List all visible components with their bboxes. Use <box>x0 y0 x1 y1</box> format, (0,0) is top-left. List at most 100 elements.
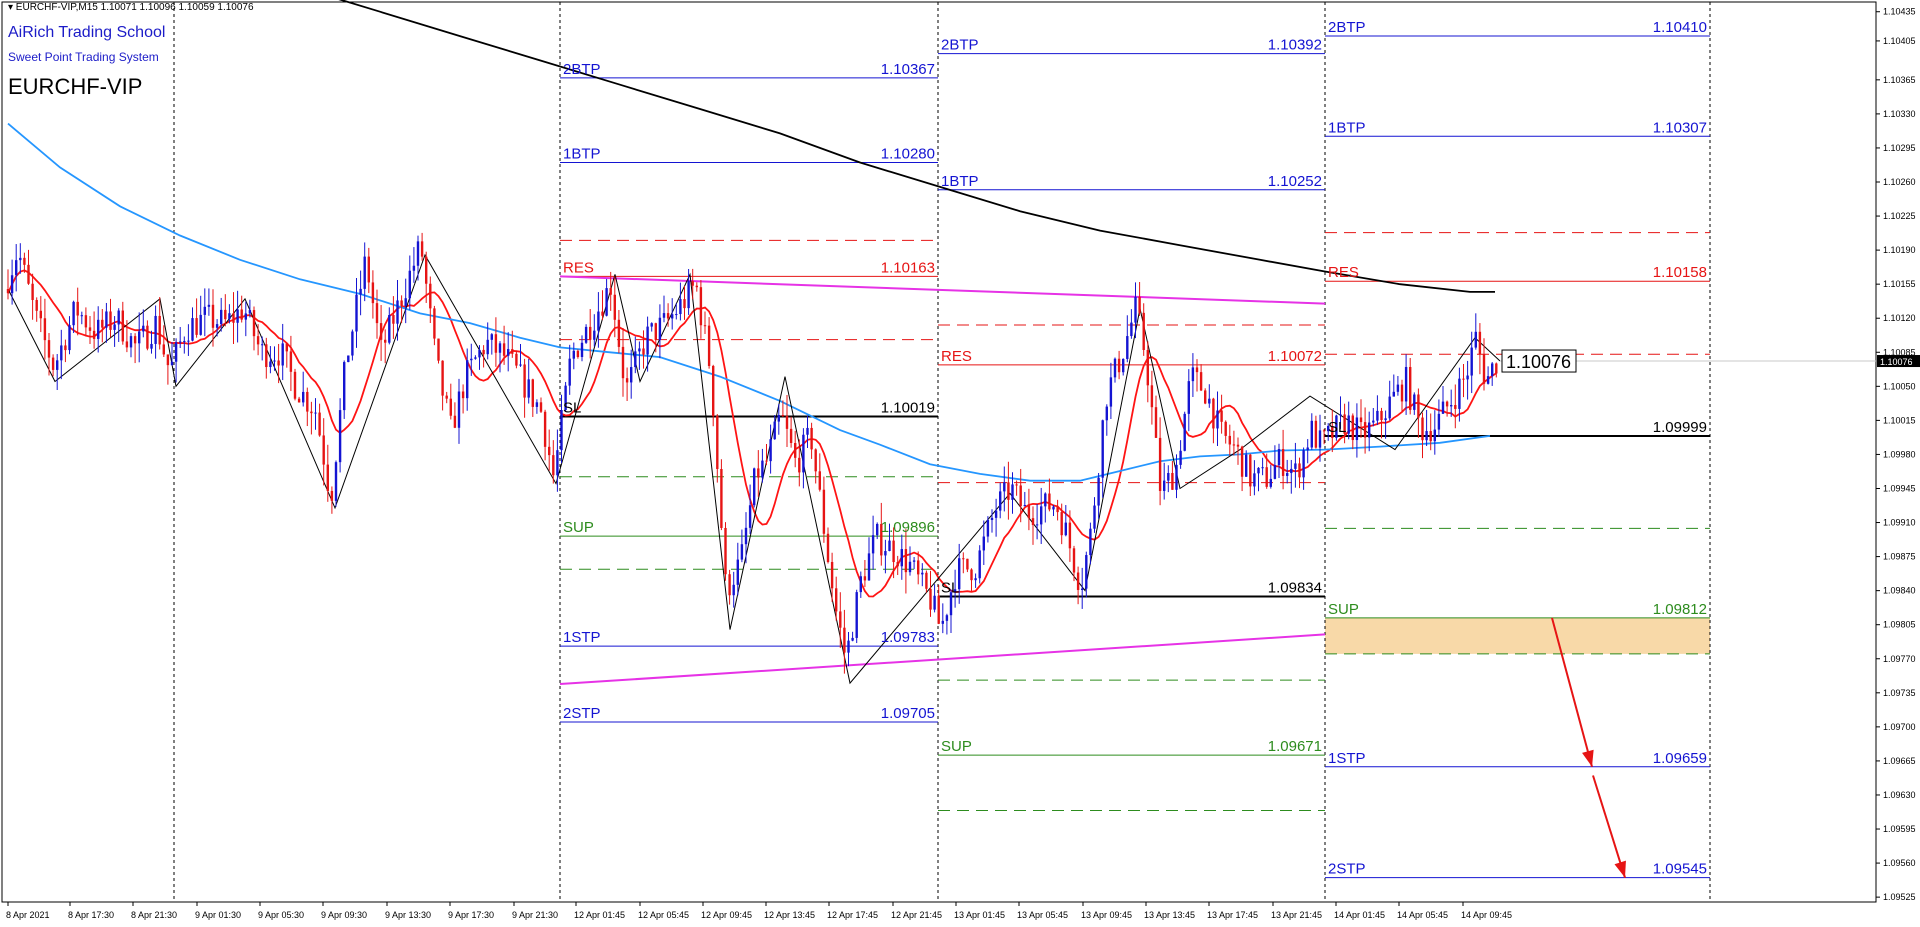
candle-body <box>285 343 288 352</box>
candle-body <box>1298 463 1301 478</box>
sup-zone-band <box>1325 617 1710 654</box>
candle-body <box>1322 430 1326 432</box>
candle-body <box>1347 415 1350 434</box>
candle-body <box>1236 444 1240 447</box>
price-chart[interactable]: 2BTP 1.10367 1BTP 1.10280 RES 1.10163 SL 1.1001… <box>0 0 1920 927</box>
candle-body <box>613 294 616 320</box>
candle-body <box>400 300 403 307</box>
candle-body <box>228 313 231 320</box>
candle-body <box>539 402 543 412</box>
candle-body <box>1486 376 1490 384</box>
candle-body <box>404 298 407 307</box>
candle-body <box>281 343 284 366</box>
level-name-sup: SUP <box>1328 601 1359 618</box>
candle-body <box>974 578 977 581</box>
candle-body <box>712 365 715 417</box>
level-lines <box>560 35 1710 879</box>
x-tick-label: 12 Apr 05:45 <box>638 910 689 920</box>
candle-body <box>138 331 141 344</box>
candle-body <box>1158 437 1162 491</box>
candle-body <box>917 560 920 575</box>
candle-body <box>461 391 465 399</box>
candle-body <box>753 468 756 506</box>
candle-body <box>794 442 797 458</box>
forecast-arrow-2 <box>1592 775 1626 878</box>
candle-body <box>826 533 830 562</box>
x-tick-label: 9 Apr 13:30 <box>385 910 431 920</box>
x-tick-label: 13 Apr 21:45 <box>1271 910 1322 920</box>
candle-body <box>1076 572 1080 590</box>
candle-body <box>1146 349 1149 386</box>
candle-body <box>1253 473 1256 487</box>
candle-body <box>1220 410 1223 422</box>
y-tick-label: 1.09665 <box>1883 756 1916 766</box>
candle-body <box>318 412 321 436</box>
x-tick-label: 9 Apr 05:30 <box>258 910 304 920</box>
level-labels: 2BTP 1.10367 1BTP 1.10280 RES 1.10163 SL 1.1001… <box>563 19 1707 878</box>
candle-body <box>986 520 990 537</box>
candle-body <box>1314 420 1318 448</box>
candle-body <box>244 313 247 320</box>
candle-body <box>609 288 612 295</box>
y-tick-label: 1.10435 <box>1883 7 1916 17</box>
candle-body <box>433 308 436 339</box>
candle-body <box>966 558 969 570</box>
candle-body <box>15 260 18 276</box>
candle-body <box>416 241 420 266</box>
x-tick-label: 13 Apr 05:45 <box>1017 910 1068 920</box>
ma-red-line <box>7 269 1497 598</box>
candle-body <box>486 339 489 355</box>
candle-body <box>1429 431 1432 442</box>
symbol-info-bar[interactable]: ▾ EURCHF-VIP,M15 1.10071 1.10096 1.10059… <box>8 2 254 13</box>
candle-body <box>195 318 198 335</box>
level-value-sl: 1.09999 <box>1653 419 1707 436</box>
candle-body <box>322 435 325 465</box>
candle-body <box>1130 322 1133 337</box>
candle-body <box>125 341 129 348</box>
candle-body <box>207 304 211 307</box>
candle-body <box>1392 391 1395 397</box>
x-tick-label: 12 Apr 13:45 <box>764 910 815 920</box>
candle-body <box>1199 372 1203 391</box>
x-tick-label: 13 Apr 17:45 <box>1207 910 1258 920</box>
y-tick-label: 1.09560 <box>1883 858 1916 868</box>
candle-body <box>1462 378 1465 380</box>
candle-body <box>1031 518 1035 526</box>
level-name-2stp: 2STP <box>563 705 601 722</box>
level-value-1stp: 1.09783 <box>881 629 935 646</box>
candle-body <box>679 299 682 315</box>
candle-body <box>174 342 178 362</box>
candle-body <box>1023 505 1026 507</box>
candle-body <box>23 257 26 265</box>
x-tick-label: 9 Apr 09:30 <box>321 910 367 920</box>
y-tick-label: 1.09875 <box>1883 552 1916 562</box>
candle-body <box>1384 418 1387 421</box>
candle-body <box>884 551 887 556</box>
candle-body <box>1495 363 1498 374</box>
y-tick-label: 1.10365 <box>1883 75 1916 85</box>
candle-body <box>310 411 313 414</box>
candle-body <box>859 576 862 593</box>
time-axis: 8 Apr 2021 8 Apr 17:30 8 Apr 21:30 9 Apr 01… <box>6 902 1512 920</box>
sup-zone-layer <box>1325 617 1710 654</box>
candle-body <box>970 569 973 581</box>
candle-body <box>109 311 112 330</box>
candle-body <box>256 336 260 345</box>
candle-body <box>781 415 785 417</box>
candle-body <box>1003 482 1006 492</box>
candle-body <box>19 257 22 261</box>
level-value-2btp: 1.10367 <box>881 61 935 78</box>
current-price-text: 1.10076 <box>1506 352 1571 372</box>
candle-body <box>871 535 875 554</box>
candle-body <box>88 327 92 331</box>
candle-body <box>1404 366 1408 402</box>
candle-body <box>662 313 666 318</box>
candle-body <box>1224 421 1227 436</box>
candle-body <box>1409 366 1412 410</box>
candle-body <box>1351 415 1354 441</box>
x-tick-label: 13 Apr 13:45 <box>1144 910 1195 920</box>
candle-body <box>31 283 34 301</box>
level-value-sl: 1.10019 <box>881 399 935 416</box>
y-tick-label: 1.10295 <box>1883 143 1916 153</box>
candle-body <box>1212 398 1215 429</box>
